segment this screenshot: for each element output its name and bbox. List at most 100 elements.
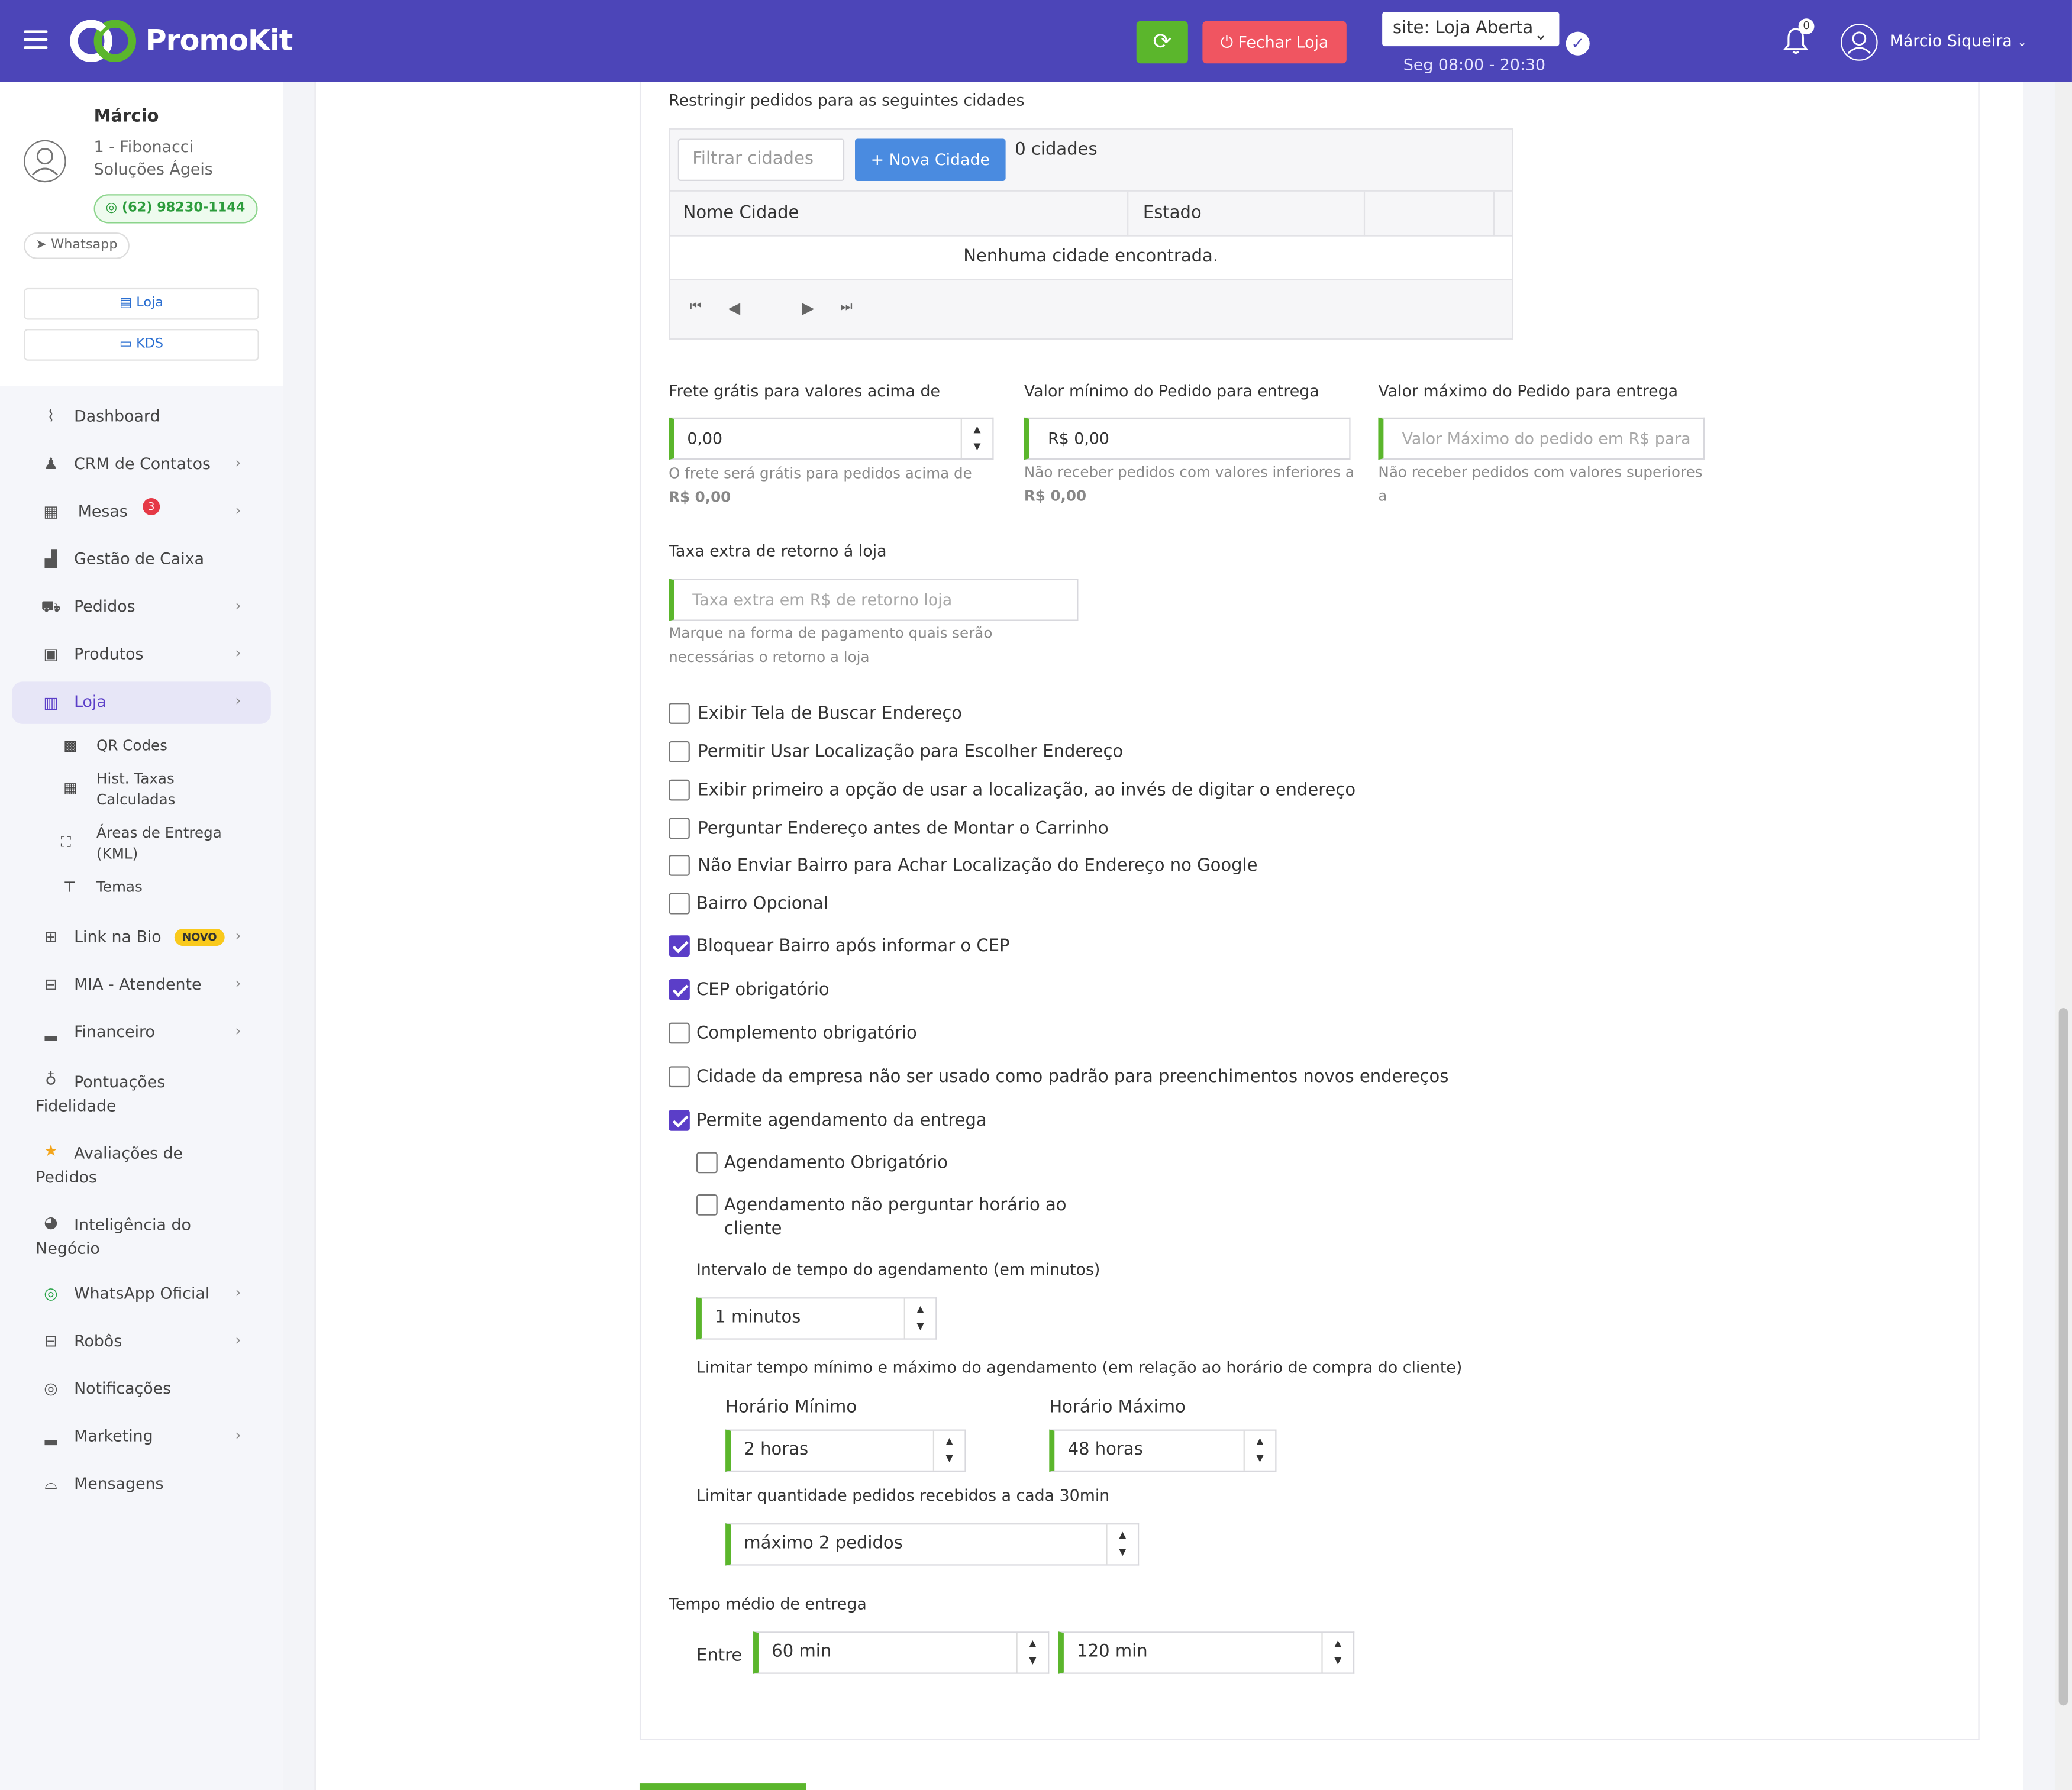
sidebar-item-label: Pedidos [74, 597, 135, 616]
user-menu[interactable]: Márcio Siqueira ⌄ [1890, 32, 2027, 50]
sidebar-item-label: Avaliações de Pedidos [35, 1144, 183, 1187]
checkbox[interactable] [669, 1066, 690, 1088]
delivery-from-input[interactable]: 60 min ▲ ▼ [753, 1631, 1050, 1674]
robot-icon: ⊟ [44, 1332, 58, 1350]
col-state[interactable]: Estado [1143, 203, 1202, 224]
qty-limit-input[interactable]: máximo 2 pedidos ▲ ▼ [725, 1523, 1140, 1566]
return-fee-input[interactable]: Taxa extra em R$ de retorno loja [669, 579, 1079, 621]
min-order-input[interactable]: R$ 0,00 [1024, 417, 1351, 460]
hamburger-menu-icon[interactable] [24, 30, 48, 49]
checkbox[interactable] [669, 779, 690, 801]
delivery-to-value: 120 min [1077, 1642, 1148, 1662]
close-store-label: Fechar Loja [1238, 33, 1329, 52]
option-label: Exibir Tela de Buscar Endereço [698, 704, 963, 724]
sidebar-subitem-areas[interactable]: ⛶ Áreas de Entrega (KML) [0, 823, 283, 868]
kds-quick-button[interactable]: ▭ KDS [24, 329, 259, 361]
free-shipping-input[interactable]: 0,00 ▲ ▼ [669, 417, 994, 460]
check-circle-icon: ✓ [1566, 31, 1590, 56]
option-label: Complemento obrigatório [696, 1023, 917, 1044]
number-stepper[interactable]: ▲ ▼ [1106, 1524, 1138, 1565]
sidebar-subitem-label: Temas [96, 878, 143, 896]
max-order-placeholder: Valor Máximo do pedido em R$ para [1402, 429, 1691, 448]
users-icon: ♟ [43, 454, 58, 473]
checkbox[interactable] [696, 1194, 718, 1216]
chevron-right-icon: › [235, 1332, 241, 1349]
chevron-right-icon: › [235, 975, 241, 993]
pager-first-icon[interactable]: ⏮ [690, 300, 702, 315]
profile-phone: (62) 98230-1144 [121, 201, 246, 216]
save-button[interactable] [639, 1783, 806, 1790]
cash-register-icon: ▟ [44, 550, 57, 568]
sidebar-item-label: Mensagens [74, 1474, 164, 1493]
building-icon: ▥ [43, 693, 59, 712]
sidebar-subitem-taxas[interactable]: ▦ Hist. Taxas Calculadas [0, 769, 283, 814]
sidebar-item-label: MIA - Atendente [74, 975, 202, 994]
chevron-right-icon: › [235, 644, 241, 662]
calculator-icon: ▦ [63, 779, 78, 797]
cities-title: Restringir pedidos para as seguintes cid… [669, 91, 1025, 110]
sidebar-item-label: Mesas [78, 502, 128, 521]
max-time-input[interactable]: 48 horas ▲ ▼ [1049, 1429, 1277, 1472]
paint-roller-icon: ⊤ [63, 878, 76, 896]
pager-last-icon[interactable]: ⏭ [840, 300, 852, 315]
chevron-right-icon: › [235, 927, 241, 945]
number-stepper[interactable]: ▲ ▼ [903, 1298, 936, 1339]
number-stepper[interactable]: ▲ ▼ [960, 418, 993, 458]
bar-chart-icon: ▂ [44, 1022, 57, 1041]
option-label: Agendamento Obrigatório [724, 1153, 948, 1174]
top-bar: PromoKit ⟳ ⏻ Fechar Loja site: Loja Aber… [0, 0, 2072, 82]
sidebar-item-inteligencia[interactable]: ◕ Inteligência do Negócio [0, 1213, 283, 1260]
pager-prev-icon[interactable]: ◀ [728, 299, 741, 317]
site-status-select[interactable]: site: Loja Aberta ⌄ [1382, 12, 1560, 47]
sidebar-item-label: Pontuações Fidelidade [35, 1072, 166, 1115]
sidebar-item-label: WhatsApp Oficial [74, 1284, 210, 1303]
min-time-input[interactable]: 2 horas ▲ ▼ [725, 1429, 966, 1472]
interval-input[interactable]: 1 minutos ▲ ▼ [696, 1297, 937, 1340]
checkbox[interactable] [669, 703, 690, 724]
whatsapp-link-label: Whatsapp [51, 238, 118, 253]
sidebar-profile: Márcio 1 - Fibonacci Soluções Ágeis ◎ (6… [0, 82, 283, 386]
checkbox[interactable] [669, 978, 690, 1000]
chevron-right-icon: › [235, 1427, 241, 1445]
page-scrollbar-thumb[interactable] [2058, 1008, 2068, 1706]
checkbox[interactable] [669, 1110, 690, 1131]
chevron-right-icon: › [235, 1284, 241, 1301]
sidebar-item-loja[interactable]: ▥ Loja › [12, 681, 271, 724]
boxes-icon: ▣ [43, 644, 59, 664]
refresh-icon: ⟳ [1153, 29, 1172, 56]
sidebar-item-fidelidade[interactable]: ♁ Pontuações Fidelidade [0, 1070, 283, 1117]
number-stepper[interactable]: ▲ ▼ [932, 1430, 965, 1471]
delivery-to-input[interactable]: 120 min ▲ ▼ [1058, 1631, 1355, 1674]
number-stepper[interactable]: ▲ ▼ [1016, 1633, 1048, 1673]
new-city-button[interactable]: + Nova Cidade [855, 138, 1006, 181]
brand-name: PromoKit [145, 24, 293, 58]
number-stepper[interactable]: ▲ ▼ [1243, 1430, 1276, 1471]
sidebar-item-avaliacoes[interactable]: ★ Avaliações de Pedidos [0, 1142, 283, 1189]
refresh-button[interactable]: ⟳ [1136, 21, 1188, 64]
checkbox[interactable] [669, 935, 690, 957]
chevron-right-icon: › [235, 692, 241, 710]
chevron-right-icon: › [235, 502, 241, 519]
checkbox[interactable] [696, 1152, 718, 1174]
user-avatar-icon[interactable] [1841, 24, 1878, 61]
store-quick-button[interactable]: ▤ Loja [24, 287, 259, 320]
checkbox[interactable] [669, 818, 690, 839]
max-order-input[interactable]: Valor Máximo do pedido em R$ para [1378, 417, 1705, 460]
sidebar-item-label: Robôs [74, 1332, 122, 1350]
city-filter-input[interactable]: Filtrar cidades [677, 138, 845, 181]
checkbox[interactable] [669, 855, 690, 876]
col-city-name[interactable]: Nome Cidade [683, 203, 799, 224]
whatsapp-link[interactable]: ➤ Whatsapp [24, 232, 130, 259]
max-order-label: Valor máximo do Pedido para entrega [1378, 382, 1679, 400]
interval-label: Intervalo de tempo do agendamento (em mi… [696, 1260, 1100, 1279]
close-store-button[interactable]: ⏻ Fechar Loja [1202, 21, 1347, 64]
checkbox[interactable] [669, 1022, 690, 1044]
profile-phone-badge[interactable]: ◎ (62) 98230-1144 [93, 194, 257, 224]
checkbox[interactable] [669, 741, 690, 762]
number-stepper[interactable]: ▲ ▼ [1321, 1633, 1353, 1673]
sidebar-item-label: Financeiro [74, 1022, 155, 1041]
checkbox[interactable] [669, 893, 690, 915]
pager-next-icon[interactable]: ▶ [802, 299, 815, 317]
brand-logo[interactable]: PromoKit [69, 18, 293, 63]
city-count: 0 cidades [1015, 140, 1098, 160]
